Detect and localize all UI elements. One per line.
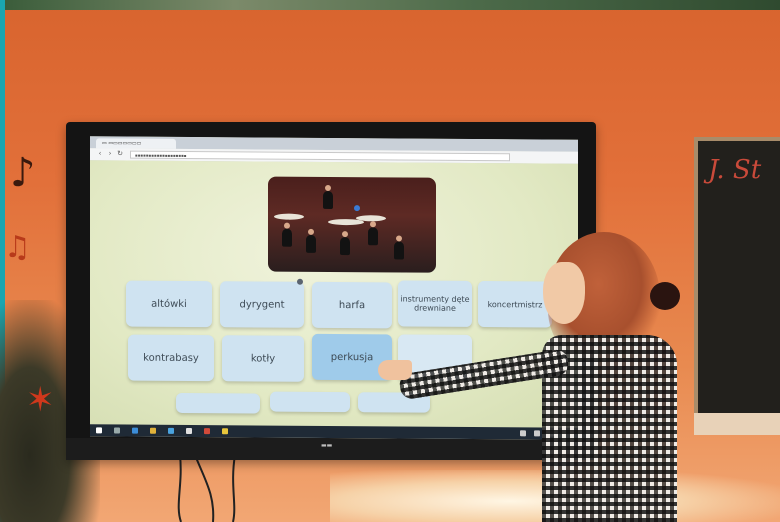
musician xyxy=(282,228,292,247)
tile-marker-icon xyxy=(297,278,303,285)
tile-partial[interactable] xyxy=(270,391,350,413)
interactive-display: ▬▬ ▭ ▭▭▭▭▭▭▭ ‹ › ↻ ▪▪▪▪▪▪▪▪▪▪▪▪▪▪▪▪▪▪▪ a… xyxy=(66,122,596,460)
tile-altowki[interactable]: altówki xyxy=(126,280,212,328)
tray-icon[interactable] xyxy=(534,430,540,437)
musician xyxy=(306,234,316,253)
tile-partial[interactable] xyxy=(176,392,260,414)
chrome-icon[interactable] xyxy=(222,428,228,435)
tile-label: instrumenty dęte drewniane xyxy=(400,294,470,313)
tile-label: kotły xyxy=(250,352,276,365)
tile-label: perkusja xyxy=(330,351,374,363)
girl-face xyxy=(543,262,585,324)
browser-tab[interactable]: ▭ ▭▭▭▭▭▭▭ xyxy=(96,138,176,149)
start-icon[interactable] xyxy=(96,427,102,434)
browser-screen: ▭ ▭▭▭▭▭▭▭ ‹ › ↻ ▪▪▪▪▪▪▪▪▪▪▪▪▪▪▪▪▪▪▪ altó… xyxy=(90,136,578,440)
search-icon[interactable] xyxy=(114,427,120,434)
musician xyxy=(340,237,350,256)
app-icon[interactable] xyxy=(186,427,192,435)
opera-icon[interactable] xyxy=(204,428,210,435)
display-bezel-bottom: ▬▬ xyxy=(66,438,596,460)
tile-kotly[interactable]: kotły xyxy=(222,335,304,382)
musician-head xyxy=(325,184,331,191)
folder-icon[interactable] xyxy=(150,427,156,434)
store-icon[interactable] xyxy=(168,427,174,434)
musician-head xyxy=(370,221,376,228)
chalkboard-tray xyxy=(694,413,780,435)
musician xyxy=(368,227,378,246)
musician xyxy=(394,241,404,260)
chalkboard-writing: J. St xyxy=(708,155,762,185)
tile-label: harfa xyxy=(338,299,366,311)
blue-drum xyxy=(354,205,360,212)
musician xyxy=(323,190,333,209)
learning-app: altówki dyrygent harfa instrumenty dęte … xyxy=(90,160,578,428)
orchestra-video[interactable] xyxy=(268,176,436,273)
tile-label: koncertmistrz xyxy=(487,299,543,309)
dancer-decoration-icon: ♫ xyxy=(4,230,31,265)
musician-head xyxy=(284,222,290,229)
window-top-strip xyxy=(0,0,780,10)
forward-icon[interactable]: › xyxy=(106,149,114,157)
edge-icon[interactable] xyxy=(132,427,138,434)
tile-label: kontrabasy xyxy=(143,352,199,364)
tile-harfa[interactable]: harfa xyxy=(312,281,392,329)
tile-label: dyrygent xyxy=(239,298,285,311)
display-brand-logo: ▬▬ xyxy=(321,442,333,449)
musician-head xyxy=(342,231,348,238)
back-icon[interactable]: ‹ xyxy=(96,149,104,157)
hair-bun xyxy=(650,282,680,310)
cymbal xyxy=(274,213,304,220)
photo-scene: ♪ ♫ ✶ J. St ▬▬ ▭ ▭▭▭▭▭▭▭ ‹ › ↻ ▪▪▪▪▪▪▪▪▪… xyxy=(0,0,780,522)
pointing-hand xyxy=(378,360,412,380)
reload-icon[interactable]: ↻ xyxy=(116,149,124,157)
musician-head xyxy=(308,228,314,235)
musician-head xyxy=(396,235,402,242)
music-note-icon: ♪ xyxy=(10,150,36,196)
tile-kontrabasy[interactable]: kontrabasy xyxy=(128,334,214,382)
tile-dyrygent[interactable]: dyrygent xyxy=(220,281,304,328)
tile-label: altówki xyxy=(151,298,187,310)
tile-koncertmistrz[interactable]: koncertmistrz xyxy=(478,281,552,328)
tv-cables xyxy=(177,455,236,522)
angel-ornament-icon: ✶ xyxy=(26,380,55,420)
tile-instrumenty-dete-drewniane[interactable]: instrumenty dęte drewniane xyxy=(398,280,472,327)
tray-icon[interactable] xyxy=(520,430,526,437)
